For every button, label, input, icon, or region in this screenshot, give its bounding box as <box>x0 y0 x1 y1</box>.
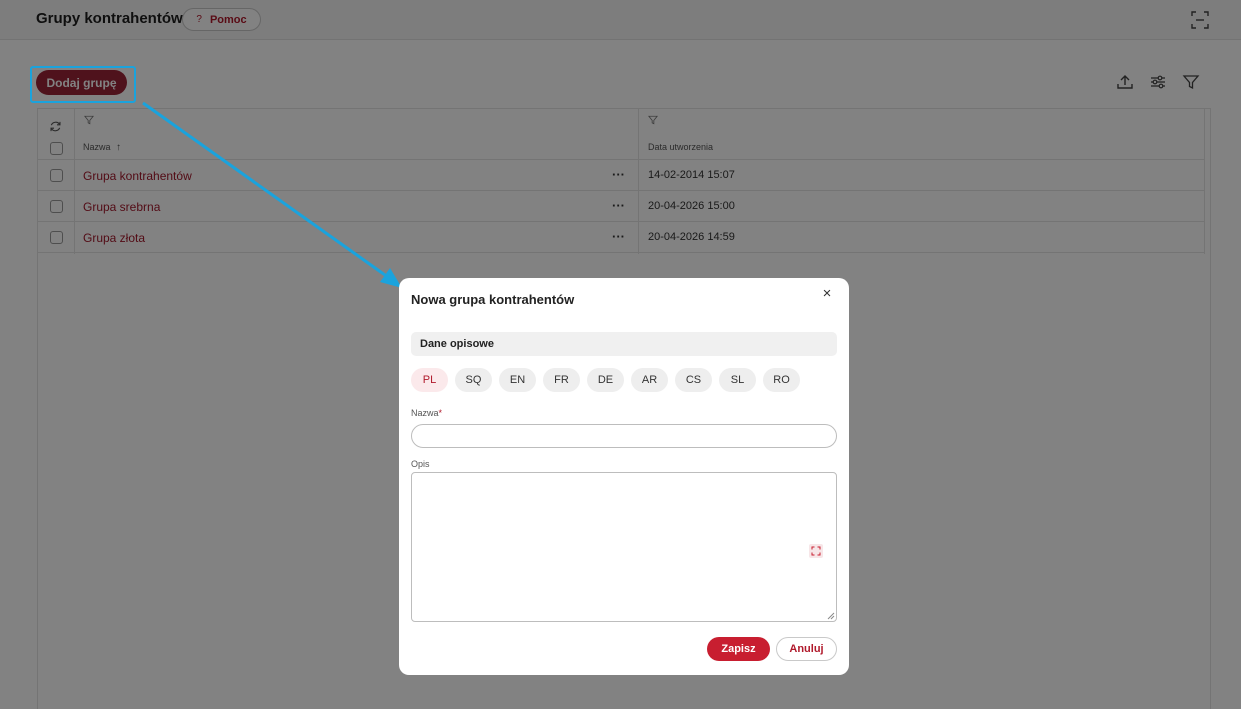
name-field[interactable] <box>411 424 837 448</box>
dialog-title: Nowa grupa kontrahentów <box>411 292 575 307</box>
expand-editor-icon[interactable] <box>809 544 823 558</box>
tab-lang-sq[interactable]: SQ <box>455 368 492 392</box>
tab-lang-de[interactable]: DE <box>587 368 624 392</box>
section-header: Dane opisowe <box>411 332 837 356</box>
resize-handle-icon[interactable] <box>827 612 835 620</box>
close-icon[interactable]: × <box>820 286 834 301</box>
tab-lang-fr[interactable]: FR <box>543 368 580 392</box>
highlight-box <box>30 66 136 103</box>
description-label: Opis <box>411 459 430 469</box>
new-group-dialog: Nowa grupa kontrahentów × Dane opisowe P… <box>399 278 849 675</box>
tab-lang-sl[interactable]: SL <box>719 368 756 392</box>
required-mark: * <box>438 408 443 418</box>
tab-lang-pl[interactable]: PL <box>411 368 448 392</box>
name-label: Nazwa* <box>411 408 443 418</box>
tab-lang-ro[interactable]: RO <box>763 368 800 392</box>
tab-lang-cs[interactable]: CS <box>675 368 712 392</box>
description-field[interactable] <box>411 472 837 622</box>
tab-lang-en[interactable]: EN <box>499 368 536 392</box>
tab-lang-ar[interactable]: AR <box>631 368 668 392</box>
cancel-button[interactable]: Anuluj <box>776 637 837 661</box>
language-tabs: PL SQ EN FR DE AR CS SL RO <box>411 368 800 392</box>
save-button[interactable]: Zapisz <box>707 637 770 661</box>
